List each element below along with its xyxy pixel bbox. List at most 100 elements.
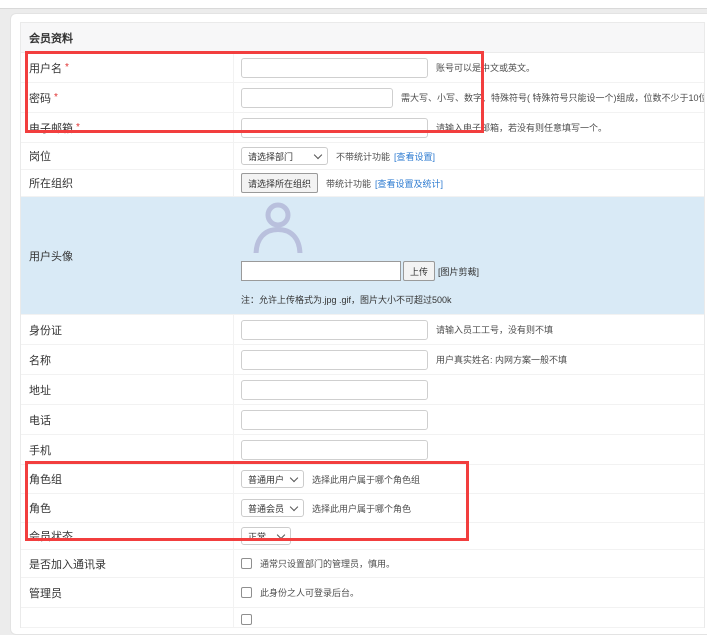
username-control: 账号可以是中文或英文。 <box>234 53 704 82</box>
member-profile-form: 会员资料 用户名*账号可以是中文或英文。密码*需大写、小写、数字、特殊符号( 特… <box>20 22 705 628</box>
email-label: 电子邮箱* <box>21 113 234 142</box>
id-card-input[interactable] <box>241 320 428 340</box>
form-row-email: 电子邮箱* 请输入电子邮箱，若没有则任意填写一个。 <box>21 113 704 143</box>
form-row-password: 密码* 需大写、小写、数字、特殊符号( 特殊符号只能设一个)组成，位数不少于10位… <box>21 83 704 113</box>
address-control <box>234 375 704 404</box>
id-card-hint: 请输入员工工号，没有则不填 <box>436 323 553 336</box>
mobile-control <box>234 435 704 464</box>
chevron-down-icon <box>290 503 298 511</box>
email-input[interactable] <box>241 118 428 138</box>
chevron-down-icon <box>314 151 322 159</box>
password-hint: 需大写、小写、数字、特殊符号( 特殊符号只能设一个)组成，位数不少于10位。 <box>401 91 704 104</box>
image-crop-link[interactable]: [图片剪裁] <box>438 265 479 278</box>
field-label-text: 角色 <box>29 500 51 516</box>
address-input[interactable] <box>241 380 428 400</box>
avatar-control: 上传[图片剪裁] 注：允许上传格式为.jpg .gif，图片大小不可超过500k <box>234 197 704 314</box>
section-title: 会员资料 <box>29 30 73 46</box>
form-row-organization: 所在组织 请选择所在组织带统计功能 [查看设置及统计] <box>21 170 704 197</box>
content-panel: 会员资料 用户名*账号可以是中文或英文。密码*需大写、小写、数字、特殊符号( 特… <box>10 13 707 635</box>
field-label-text: 所在组织 <box>29 175 73 191</box>
field-label-text: 名称 <box>29 352 51 368</box>
chevron-down-icon <box>290 474 298 482</box>
organization-control: 请选择所在组织带统计功能 [查看设置及统计] <box>234 170 704 196</box>
mobile-label: 手机 <box>21 435 234 464</box>
position-label: 岗位 <box>21 143 234 169</box>
avatar-path-input[interactable] <box>241 261 401 281</box>
top-toolbar <box>0 0 707 9</box>
join-contacts-hint: 通常只设置部门的管理员，慎用。 <box>260 557 395 570</box>
position-control: 请选择部门 不带统计功能 [查看设置] <box>234 143 704 169</box>
field-label-text: 电话 <box>29 412 51 428</box>
form-row-extra <box>21 608 704 628</box>
role-group-control: 普通用户选择此用户属于哪个角色组 <box>234 465 704 493</box>
form-row-role: 角色普通会员选择此用户属于哪个角色 <box>21 494 704 523</box>
password-input[interactable] <box>241 88 393 108</box>
username-hint: 账号可以是中文或英文。 <box>436 61 535 74</box>
real-name-hint: 用户真实姓名: 内网方案一般不填 <box>436 353 567 366</box>
form-rows: 用户名*账号可以是中文或英文。密码*需大写、小写、数字、特殊符号( 特殊符号只能… <box>21 53 704 628</box>
role-group-label: 角色组 <box>21 465 234 493</box>
id-card-control: 请输入员工工号，没有则不填 <box>234 315 704 344</box>
form-row-real-name: 名称 用户真实姓名: 内网方案一般不填 <box>21 345 704 375</box>
organization-hint: 带统计功能 <box>326 177 371 190</box>
username-input[interactable] <box>241 58 428 78</box>
avatar-placeholder-icon <box>251 201 305 253</box>
field-label-text: 是否加入通讯录 <box>29 556 106 572</box>
role-group-hint: 选择此用户属于哪个角色组 <box>312 473 420 486</box>
admin-checkbox[interactable] <box>241 587 252 598</box>
role-group-select[interactable]: 普通用户 <box>241 470 304 488</box>
telephone-control <box>234 405 704 434</box>
selected-value: 请选择部门 <box>248 150 293 163</box>
chevron-down-icon <box>277 531 285 539</box>
field-label-text: 密码 <box>29 90 51 106</box>
required-asterisk: * <box>54 93 58 103</box>
username-label: 用户名* <box>21 53 234 82</box>
form-row-id-card: 身份证请输入员工工号，没有则不填 <box>21 315 704 345</box>
password-control: 需大写、小写、数字、特殊符号( 特殊符号只能设一个)组成，位数不少于10位。 <box>234 83 704 112</box>
upload-button[interactable]: 上传 <box>403 261 435 281</box>
telephone-label: 电话 <box>21 405 234 434</box>
position-hint: 不带统计功能 <box>336 150 390 163</box>
form-row-telephone: 电话 <box>21 405 704 435</box>
telephone-input[interactable] <box>241 410 428 430</box>
field-label-text: 用户头像 <box>29 248 73 264</box>
extra-label <box>21 608 234 627</box>
role-select[interactable]: 普通会员 <box>241 499 304 517</box>
organization-picker-button[interactable]: 请选择所在组织 <box>241 173 318 193</box>
email-control: 请输入电子邮箱，若没有则任意填写一个。 <box>234 113 704 142</box>
required-asterisk: * <box>65 63 69 73</box>
password-label: 密码* <box>21 83 234 112</box>
join-contacts-control: 通常只设置部门的管理员，慎用。 <box>234 550 704 577</box>
member-status-label: 会员状态 <box>21 523 234 549</box>
required-asterisk: * <box>76 123 80 133</box>
avatar-upload-controls: 上传[图片剪裁] <box>241 261 704 281</box>
field-label-text: 电子邮箱 <box>29 120 73 136</box>
mobile-input[interactable] <box>241 440 428 460</box>
form-row-join-contacts: 是否加入通讯录 通常只设置部门的管理员，慎用。 <box>21 550 704 578</box>
form-row-admin: 管理员此身份之人可登录后台。 <box>21 578 704 608</box>
field-label-text: 地址 <box>29 382 51 398</box>
form-row-address: 地址 <box>21 375 704 405</box>
form-row-role-group: 角色组普通用户选择此用户属于哪个角色组 <box>21 465 704 494</box>
field-label-text: 会员状态 <box>29 528 73 544</box>
join-contacts-label: 是否加入通讯录 <box>21 550 234 577</box>
section-header: 会员资料 <box>21 23 704 53</box>
email-hint: 请输入电子邮箱，若没有则任意填写一个。 <box>436 121 607 134</box>
form-row-username: 用户名* 账号可以是中文或英文。 <box>21 53 704 83</box>
real-name-input[interactable] <box>241 350 428 370</box>
member-status-select[interactable]: 正常 <box>241 527 291 545</box>
organization-label: 所在组织 <box>21 170 234 196</box>
field-label-text: 岗位 <box>29 148 51 164</box>
upload-format-note: 注：允许上传格式为.jpg .gif，图片大小不可超过500k <box>241 293 704 306</box>
extra-checkbox[interactable] <box>241 614 252 625</box>
member-status-control: 正常 <box>234 523 704 549</box>
form-row-mobile: 手机 <box>21 435 704 465</box>
admin-label: 管理员 <box>21 578 234 607</box>
avatar-label: 用户头像 <box>21 197 234 314</box>
form-row-avatar: 用户头像上传[图片剪裁] 注：允许上传格式为.jpg .gif，图片大小不可超过5… <box>21 197 704 315</box>
position-select[interactable]: 请选择部门 <box>241 147 328 165</box>
address-label: 地址 <box>21 375 234 404</box>
position-settings-link[interactable]: [查看设置] <box>394 150 435 163</box>
organization-settings-link[interactable]: [查看设置及统计] <box>375 177 443 190</box>
join-contacts-checkbox[interactable] <box>241 558 252 569</box>
